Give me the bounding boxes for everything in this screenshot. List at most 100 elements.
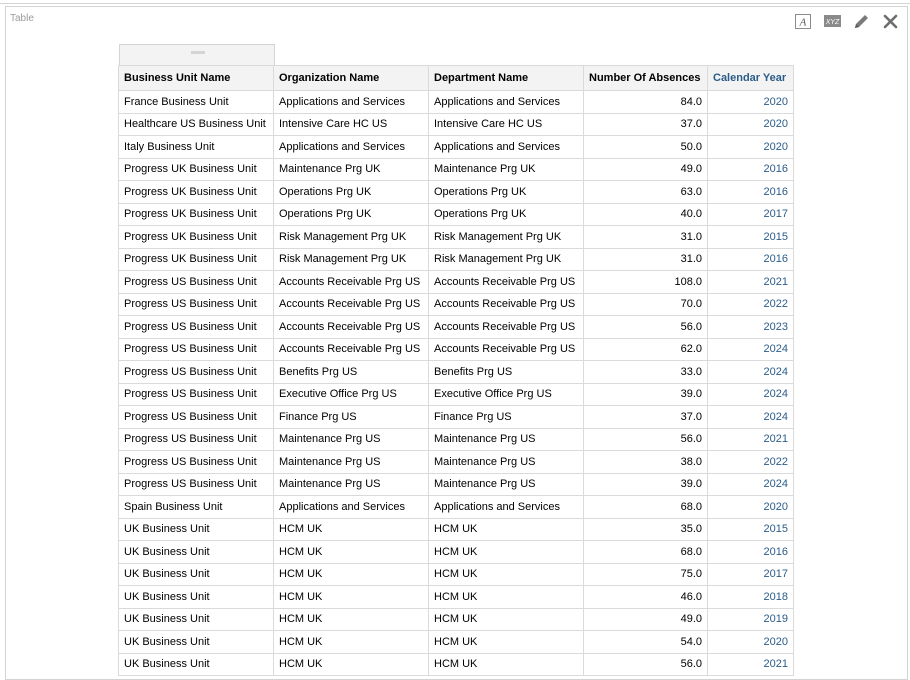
cell-absences: 56.0	[583, 315, 708, 339]
cell-absences: 62.0	[583, 337, 708, 361]
column-drag-handle[interactable]	[119, 44, 275, 66]
cell-department: HCM UK	[428, 517, 584, 541]
cell-calendar-year[interactable]: 2024	[707, 405, 794, 429]
cell-calendar-year[interactable]: 2021	[707, 427, 794, 451]
cell-calendar-year[interactable]: 2024	[707, 472, 794, 496]
cell-calendar-year[interactable]: 2016	[707, 247, 794, 271]
cell-calendar-year[interactable]: 2015	[707, 225, 794, 249]
cell-calendar-year[interactable]: 2020	[707, 135, 794, 159]
cell-organization: Intensive Care HC US	[273, 112, 429, 136]
cell-department: Accounts Receivable Prg US	[428, 270, 584, 294]
column-header-business-unit[interactable]: Business Unit Name	[118, 65, 274, 91]
pencil-icon	[854, 14, 868, 28]
cell-calendar-year[interactable]: 2021	[707, 270, 794, 294]
cell-business-unit: Progress US Business Unit	[118, 270, 274, 294]
cell-calendar-year[interactable]: 2022	[707, 292, 794, 316]
table-row: Progress US Business Unit Accounts Receiv…	[118, 270, 794, 294]
cell-absences: 37.0	[583, 405, 708, 429]
cell-absences: 84.0	[583, 90, 708, 114]
cell-calendar-year[interactable]: 2020	[707, 90, 794, 114]
cell-calendar-year[interactable]: 2016	[707, 180, 794, 204]
format-text-button[interactable]: A	[792, 12, 814, 30]
cell-department: Maintenance Prg UK	[428, 157, 584, 181]
cell-calendar-year[interactable]: 2017	[707, 562, 794, 586]
cell-organization: Risk Management Prg UK	[273, 247, 429, 271]
cell-absences: 31.0	[583, 247, 708, 271]
cell-calendar-year[interactable]: 2022	[707, 450, 794, 474]
table-row: Healthcare US Business Unit Intensive Car…	[118, 112, 794, 136]
cell-organization: HCM UK	[273, 562, 429, 586]
cell-absences: 49.0	[583, 607, 708, 631]
cell-calendar-year[interactable]: 2018	[707, 585, 794, 609]
cell-calendar-year[interactable]: 2020	[707, 630, 794, 654]
cell-organization: Risk Management Prg UK	[273, 225, 429, 249]
svg-text:A: A	[799, 16, 807, 28]
cell-organization: Operations Prg UK	[273, 202, 429, 226]
cell-absences: 63.0	[583, 180, 708, 204]
table-row: UK Business Unit HCM UK HCM UK 75.0 2017	[118, 562, 794, 586]
cell-business-unit: Progress UK Business Unit	[118, 247, 274, 271]
xyz-icon: XYZ	[823, 15, 841, 27]
cell-department: HCM UK	[428, 607, 584, 631]
cell-business-unit: UK Business Unit	[118, 517, 274, 541]
cell-organization: Maintenance Prg US	[273, 472, 429, 496]
cell-absences: 40.0	[583, 202, 708, 226]
cell-absences: 68.0	[583, 495, 708, 519]
cell-calendar-year[interactable]: 2016	[707, 157, 794, 181]
svg-text:XYZ: XYZ	[824, 19, 839, 26]
cell-business-unit: Progress UK Business Unit	[118, 157, 274, 181]
cell-absences: 75.0	[583, 562, 708, 586]
view-toolbar: A XYZ	[785, 12, 901, 30]
cell-business-unit: UK Business Unit	[118, 562, 274, 586]
table-row: UK Business Unit HCM UK HCM UK 54.0 2020	[118, 630, 794, 654]
cell-absences: 70.0	[583, 292, 708, 316]
cell-business-unit: UK Business Unit	[118, 652, 274, 676]
cell-business-unit: Progress UK Business Unit	[118, 180, 274, 204]
cell-department: Applications and Services	[428, 495, 584, 519]
cell-calendar-year[interactable]: 2019	[707, 607, 794, 631]
font-icon: A	[795, 13, 811, 29]
cell-absences: 38.0	[583, 450, 708, 474]
column-header-organization[interactable]: Organization Name	[273, 65, 429, 91]
cell-calendar-year[interactable]: 2017	[707, 202, 794, 226]
cell-organization: Benefits Prg US	[273, 360, 429, 384]
table-row: UK Business Unit HCM UK HCM UK 56.0 2021	[118, 652, 794, 676]
column-header-department[interactable]: Department Name	[428, 65, 584, 91]
cell-absences: 56.0	[583, 652, 708, 676]
cell-business-unit: Healthcare US Business Unit	[118, 112, 274, 136]
table-row: Progress US Business Unit Maintenance Prg…	[118, 427, 794, 451]
table-row: Progress US Business Unit Accounts Receiv…	[118, 292, 794, 316]
cell-organization: Applications and Services	[273, 90, 429, 114]
cell-calendar-year[interactable]: 2021	[707, 652, 794, 676]
table-row: UK Business Unit HCM UK HCM UK 46.0 2018	[118, 585, 794, 609]
cell-organization: HCM UK	[273, 540, 429, 564]
cell-business-unit: Progress US Business Unit	[118, 315, 274, 339]
edit-button[interactable]	[850, 12, 872, 30]
cell-calendar-year[interactable]: 2020	[707, 112, 794, 136]
cell-calendar-year[interactable]: 2023	[707, 315, 794, 339]
cell-organization: Maintenance Prg UK	[273, 157, 429, 181]
cell-business-unit: France Business Unit	[118, 90, 274, 114]
legend-button[interactable]: XYZ	[821, 12, 843, 30]
cell-calendar-year[interactable]: 2024	[707, 382, 794, 406]
column-header-calendar-year[interactable]: Calendar Year	[707, 65, 794, 91]
cell-department: HCM UK	[428, 652, 584, 676]
table-row: Progress UK Business Unit Risk Management…	[118, 247, 794, 271]
cell-business-unit: UK Business Unit	[118, 630, 274, 654]
table-row: Progress US Business Unit Benefits Prg US…	[118, 360, 794, 384]
cell-organization: Executive Office Prg US	[273, 382, 429, 406]
cell-department: Benefits Prg US	[428, 360, 584, 384]
cell-business-unit: Progress US Business Unit	[118, 292, 274, 316]
cell-calendar-year[interactable]: 2016	[707, 540, 794, 564]
cell-calendar-year[interactable]: 2020	[707, 495, 794, 519]
table-row: Progress UK Business Unit Maintenance Prg…	[118, 157, 794, 181]
cell-calendar-year[interactable]: 2024	[707, 337, 794, 361]
cell-business-unit: Progress US Business Unit	[118, 337, 274, 361]
cell-department: HCM UK	[428, 630, 584, 654]
cell-calendar-year[interactable]: 2024	[707, 360, 794, 384]
cell-calendar-year[interactable]: 2015	[707, 517, 794, 541]
close-button[interactable]	[879, 12, 901, 30]
cell-department: Applications and Services	[428, 90, 584, 114]
cell-absences: 50.0	[583, 135, 708, 159]
column-header-absences[interactable]: Number Of Absences	[583, 65, 708, 91]
